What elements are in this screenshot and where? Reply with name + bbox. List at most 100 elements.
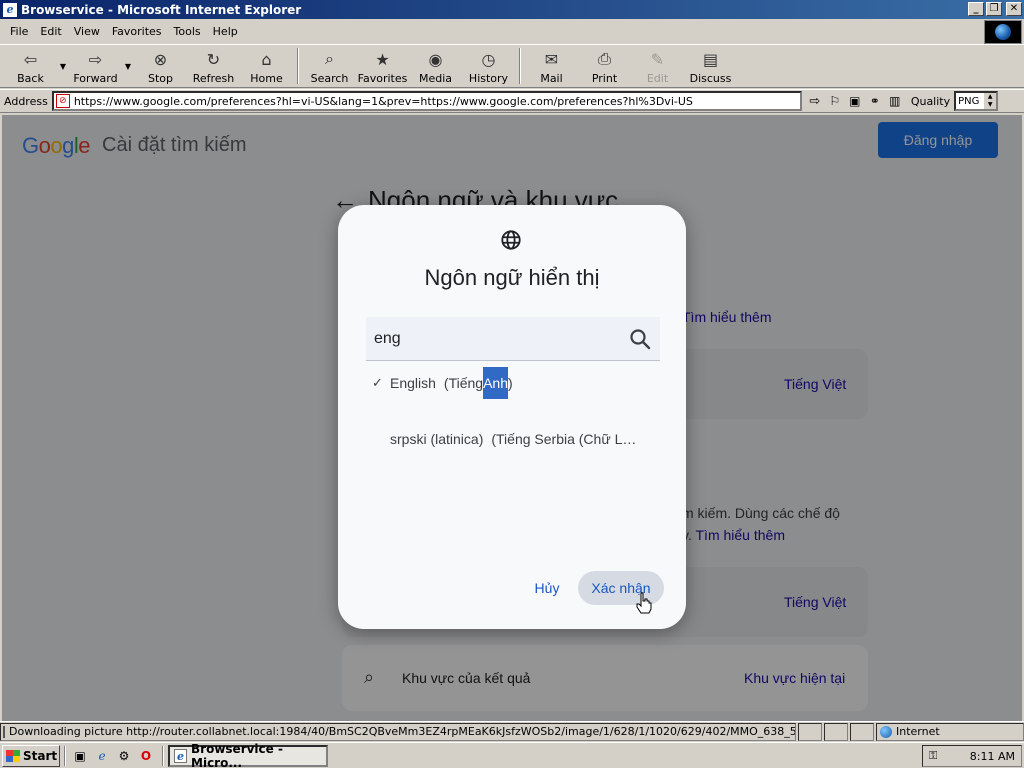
binoculars-icon[interactable]: ⚭ bbox=[865, 91, 885, 111]
address-input[interactable]: ⊘ https://www.google.com/preferences?hl=… bbox=[51, 91, 802, 111]
status-cell bbox=[850, 722, 874, 741]
discuss-button[interactable]: ▤ Discuss bbox=[684, 45, 737, 87]
display-language-dialog: Ngôn ngữ hiển thị eng ✓ English (Tiếng A… bbox=[338, 205, 686, 629]
menu-help[interactable]: Help bbox=[207, 25, 244, 38]
edit-button[interactable]: ✎ Edit bbox=[631, 45, 684, 87]
quality-label: Quality bbox=[910, 94, 951, 108]
language-search-input[interactable]: eng bbox=[366, 317, 660, 361]
language-option-serbian[interactable]: srpski (latinica) (Tiếng Serbia (Chữ L… bbox=[372, 431, 636, 447]
home-button[interactable]: ⌂ Home bbox=[240, 45, 293, 87]
dialog-title: Ngôn ngữ hiển thị bbox=[424, 265, 600, 290]
back-dropdown[interactable]: ▼ bbox=[57, 45, 69, 87]
search-icon[interactable] bbox=[628, 327, 652, 351]
quality-select[interactable]: PNG ▲ ▼ bbox=[954, 91, 999, 111]
back-label: Back bbox=[17, 72, 44, 85]
check-icon: ✓ bbox=[372, 375, 383, 390]
refresh-button[interactable]: ↻ Refresh bbox=[187, 45, 240, 87]
home-label: Home bbox=[250, 72, 283, 85]
minimize-button[interactable]: _ bbox=[968, 2, 984, 16]
menu-view[interactable]: View bbox=[68, 25, 106, 38]
windows-logo-icon bbox=[6, 749, 20, 762]
start-button[interactable]: Start bbox=[2, 744, 60, 767]
window-title: Browservice - Microsoft Internet Explore… bbox=[21, 2, 302, 17]
forward-label: Forward bbox=[73, 72, 118, 85]
forward-arrow-icon: ⇨ bbox=[88, 49, 103, 69]
favorites-button[interactable]: ★ Favorites bbox=[356, 45, 409, 87]
print-button[interactable]: ⎙ Print bbox=[578, 45, 631, 87]
menu-bar: File Edit View Favorites Tools Help bbox=[0, 21, 1024, 41]
stop-icon: ⊗ bbox=[153, 49, 168, 69]
hand-cursor-icon bbox=[636, 592, 652, 614]
refresh-icon: ↻ bbox=[206, 49, 221, 69]
history-button[interactable]: ◷ History bbox=[462, 45, 515, 87]
ie-throbber bbox=[984, 20, 1022, 44]
title-bar: e Browservice - Microsoft Internet Explo… bbox=[0, 0, 1024, 19]
ie-task-icon: e bbox=[174, 748, 188, 763]
favorites-icon: ★ bbox=[375, 49, 390, 69]
search-button[interactable]: ⌕ Search bbox=[303, 45, 356, 87]
history-label: History bbox=[468, 72, 509, 85]
taskbar-separator bbox=[64, 745, 66, 766]
ie-quicklaunch-icon[interactable]: e bbox=[92, 746, 112, 766]
forward-button[interactable]: ⇨ Forward bbox=[69, 45, 122, 87]
system-tray: ⚿ 8:11 AM bbox=[922, 745, 1022, 767]
option-native-prefix: (Tiếng bbox=[443, 375, 484, 391]
taskbar-browservice[interactable]: e Browservice - Micro... bbox=[168, 741, 328, 768]
option-native-highlight: Anh bbox=[483, 367, 509, 399]
discuss-label: Discuss bbox=[689, 72, 732, 85]
quality-value: PNG bbox=[958, 95, 980, 107]
option-native: (Tiếng Serbia (Chữ L… bbox=[491, 431, 637, 447]
restore-button[interactable]: ❐ bbox=[986, 2, 1002, 16]
print-icon: ⎙ bbox=[598, 49, 611, 68]
window-controls: _ ❐ ✕ bbox=[968, 2, 1022, 16]
network-icon[interactable]: ⚙ bbox=[114, 746, 134, 766]
clipboard-icon[interactable]: ▥ bbox=[885, 91, 905, 111]
clock: 8:11 AM bbox=[969, 749, 1015, 763]
toolbar: ⇦ Back ▼ ⇨ Forward ▼ ⊗ Stop ↻ Refresh ⌂ … bbox=[0, 44, 1024, 88]
edit-icon: ✎ bbox=[650, 49, 665, 69]
mail-icon: ✉ bbox=[544, 49, 559, 69]
find-icon[interactable]: ▣ bbox=[845, 91, 865, 111]
address-url: https://www.google.com/preferences?hl=vi… bbox=[73, 94, 693, 108]
stop-label: Stop bbox=[147, 72, 173, 85]
media-button[interactable]: ◉ Media bbox=[409, 45, 462, 87]
discuss-icon: ▤ bbox=[702, 49, 719, 69]
stop-button[interactable]: ⊗ Stop bbox=[134, 45, 187, 87]
page-loading-icon bbox=[3, 725, 5, 738]
zone-label: Internet bbox=[896, 725, 940, 738]
language-option-english[interactable]: ✓ English (Tiếng Anh ) bbox=[372, 367, 513, 399]
search-label: Search bbox=[310, 72, 349, 85]
menu-file[interactable]: File bbox=[4, 25, 34, 38]
security-zone: Internet bbox=[876, 722, 1024, 741]
cancel-button[interactable]: Hủy bbox=[522, 571, 572, 605]
bookmark-icon[interactable]: ⚐ bbox=[825, 91, 845, 111]
status-text-panel: Downloading picture http://router.collab… bbox=[0, 722, 796, 741]
status-bar: Downloading picture http://router.collab… bbox=[0, 721, 1024, 741]
back-button[interactable]: ⇦ Back bbox=[4, 45, 57, 87]
mail-button[interactable]: ✉ Mail bbox=[525, 45, 578, 87]
status-cell bbox=[824, 722, 848, 741]
task-label: Browservice - Micro... bbox=[191, 741, 283, 768]
media-label: Media bbox=[418, 72, 453, 85]
quality-spinner[interactable]: ▲ ▼ bbox=[984, 93, 997, 109]
mail-label: Mail bbox=[540, 72, 563, 85]
forward-dropdown[interactable]: ▼ bbox=[122, 45, 134, 87]
toolbar-separator bbox=[519, 48, 521, 84]
home-icon: ⌂ bbox=[261, 49, 272, 69]
desktop-icon[interactable]: ▣ bbox=[70, 746, 90, 766]
edit-label: Edit bbox=[646, 72, 669, 85]
opera-icon[interactable]: O bbox=[136, 746, 156, 766]
search-icon: ⌕ bbox=[325, 49, 334, 68]
tray-network-icon[interactable]: ⚿ bbox=[929, 749, 937, 763]
go-arrow-icon[interactable]: ⇨ bbox=[805, 91, 825, 111]
menu-favorites[interactable]: Favorites bbox=[106, 25, 168, 38]
search-value: eng bbox=[374, 329, 401, 347]
page-icon: ⊘ bbox=[55, 94, 70, 108]
favorites-label: Favorites bbox=[357, 72, 408, 85]
menu-edit[interactable]: Edit bbox=[34, 25, 67, 38]
history-icon: ◷ bbox=[481, 49, 496, 69]
print-label: Print bbox=[591, 72, 618, 85]
close-button[interactable]: ✕ bbox=[1006, 2, 1022, 16]
media-icon: ◉ bbox=[428, 49, 443, 69]
menu-tools[interactable]: Tools bbox=[168, 25, 207, 38]
